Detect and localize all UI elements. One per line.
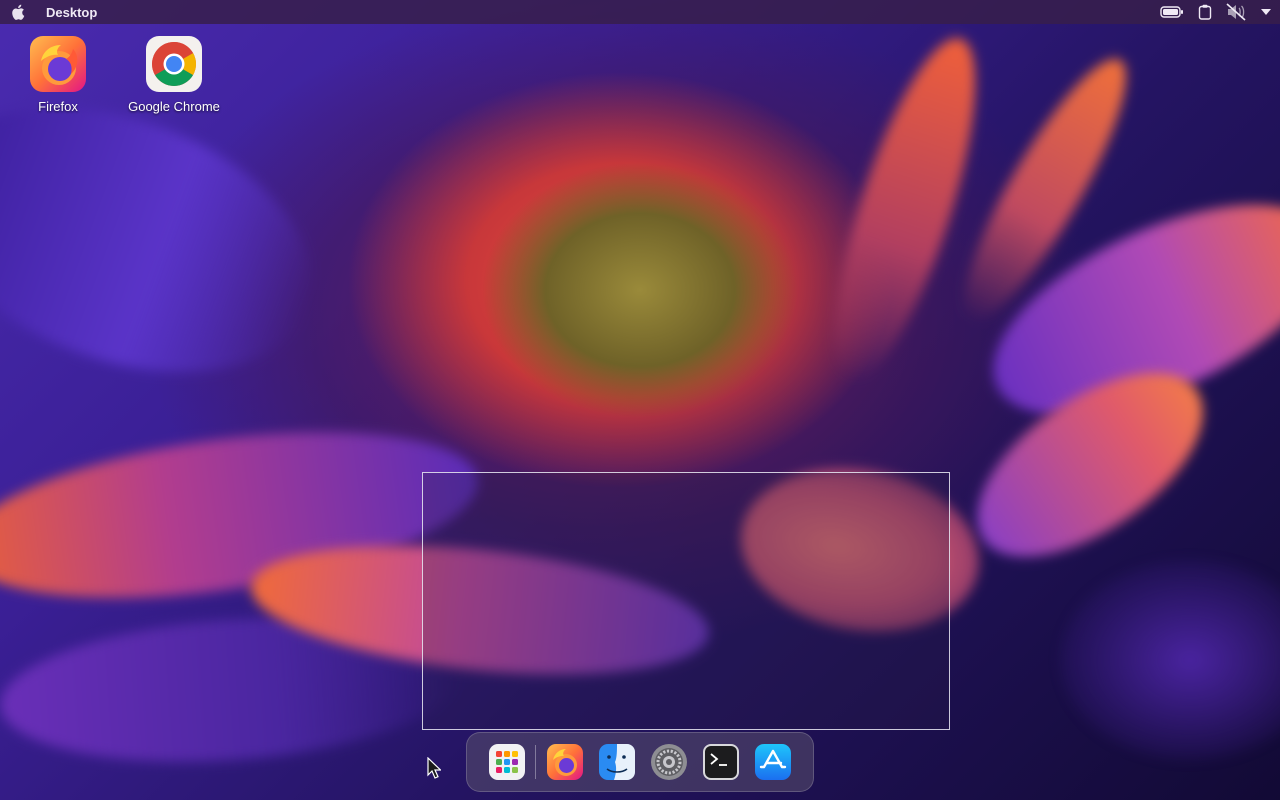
drag-selection-rectangle — [422, 472, 950, 730]
chevron-down-icon[interactable] — [1260, 7, 1272, 17]
app-store-icon[interactable] — [753, 742, 793, 782]
dock-separator — [535, 745, 536, 779]
status-tray — [1160, 0, 1272, 24]
desktop-icon-label: Firefox — [38, 99, 78, 114]
terminal-icon[interactable] — [701, 742, 741, 782]
desktop-icon-google-chrome[interactable]: Google Chrome — [124, 35, 224, 114]
desktop-icon-firefox[interactable]: Firefox — [8, 35, 108, 114]
firefox-icon[interactable] — [545, 742, 585, 782]
gear-icon[interactable] — [649, 742, 689, 782]
firefox-icon[interactable] — [29, 35, 87, 93]
mouse-cursor-icon — [427, 757, 441, 779]
chrome-icon[interactable] — [145, 35, 203, 93]
apple-logo-icon[interactable] — [10, 3, 28, 21]
volume-muted-icon[interactable] — [1226, 3, 1246, 21]
top-menu-bar: Desktop — [0, 0, 1280, 24]
clipboard-icon[interactable] — [1198, 4, 1212, 20]
active-app-title[interactable]: Desktop — [46, 5, 97, 20]
finder-icon[interactable] — [597, 742, 637, 782]
dock — [466, 732, 814, 792]
app-grid-icon[interactable] — [487, 742, 527, 782]
battery-icon[interactable] — [1160, 5, 1184, 19]
desktop-icon-label: Google Chrome — [128, 99, 220, 114]
